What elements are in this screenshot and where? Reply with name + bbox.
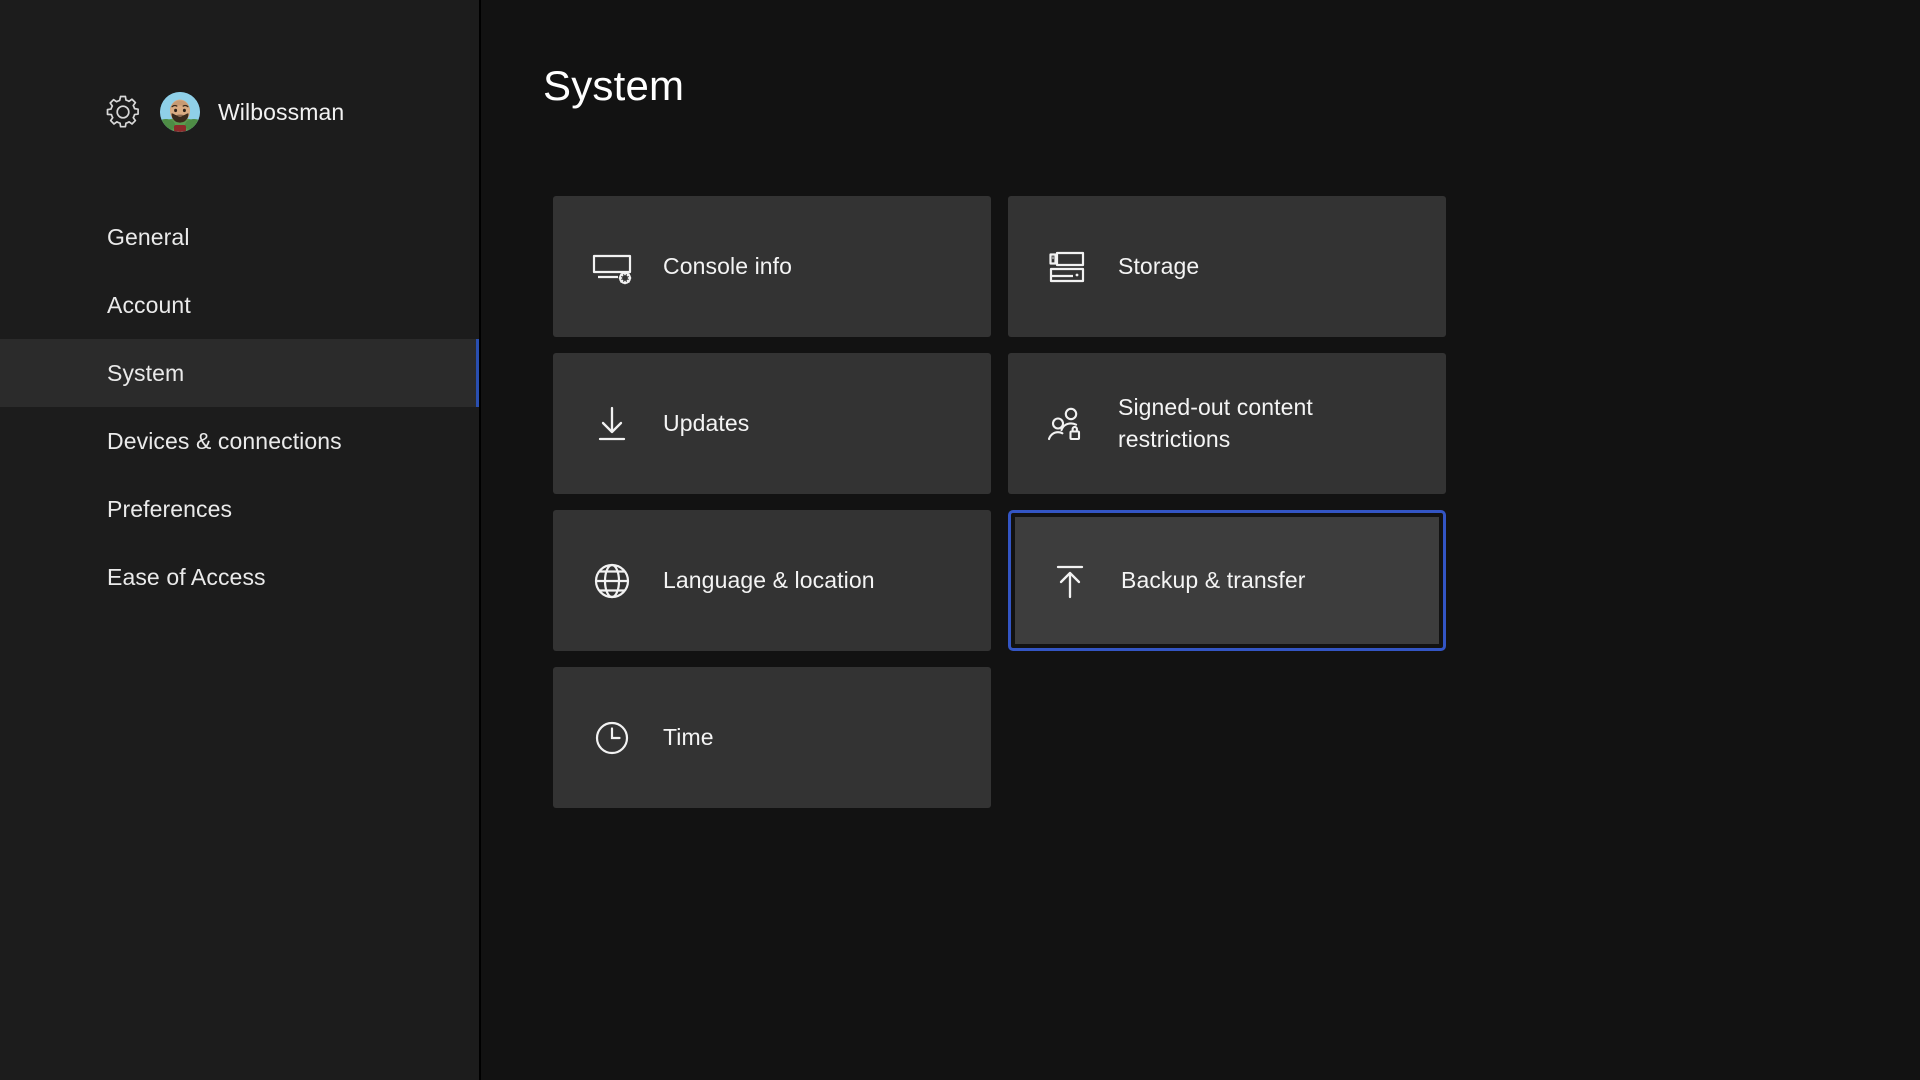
sidebar-item-label: System	[107, 359, 185, 386]
avatar	[160, 92, 200, 132]
clock-icon	[589, 715, 635, 761]
sidebar-item-label: Preferences	[107, 495, 233, 522]
sidebar: Wilbossman General Account System Device…	[0, 0, 481, 1080]
sidebar-item-label: Ease of Access	[107, 563, 266, 590]
download-arrow-icon	[589, 401, 635, 447]
people-lock-icon	[1044, 401, 1090, 447]
tile-console-info[interactable]: Console info	[553, 196, 991, 337]
tile-signed-out-content-restrictions[interactable]: Signed-out content restrictions	[1008, 353, 1446, 494]
globe-icon	[589, 558, 635, 604]
settings-tile-grid: Console info Storage Updates Signed-out …	[553, 196, 1453, 824]
tile-row: Time	[553, 667, 1453, 808]
tile-row: Console info Storage	[553, 196, 1453, 337]
sidebar-item-ease-of-access[interactable]: Ease of Access	[0, 543, 481, 611]
console-info-icon	[589, 244, 635, 290]
sidebar-item-label: Account	[107, 291, 191, 318]
tile-label: Backup & transfer	[1121, 566, 1306, 593]
tile-label: Time	[663, 723, 714, 750]
sidebar-item-preferences[interactable]: Preferences	[0, 475, 481, 543]
sidebar-item-account[interactable]: Account	[0, 271, 481, 339]
sidebar-item-devices-connections[interactable]: Devices & connections	[0, 407, 481, 475]
tile-language-location[interactable]: Language & location	[553, 510, 991, 651]
xbox-settings-screen: Wilbossman General Account System Device…	[0, 0, 1920, 1080]
tile-storage[interactable]: Storage	[1008, 196, 1446, 337]
page-title: System	[543, 62, 685, 109]
tile-label: Signed-out content restrictions	[1118, 393, 1313, 452]
upload-arrow-icon	[1047, 558, 1093, 604]
storage-icon	[1044, 244, 1090, 290]
tile-time[interactable]: Time	[553, 667, 991, 808]
gear-icon	[104, 93, 142, 131]
tile-label: Storage	[1118, 252, 1200, 279]
sidebar-item-general[interactable]: General	[0, 203, 481, 271]
sidebar-item-label: General	[107, 223, 190, 250]
tile-row: Updates Signed-out content restrictions	[553, 353, 1453, 494]
tile-label: Updates	[663, 409, 750, 436]
tile-placeholder	[1008, 667, 1446, 808]
tile-label: Language & location	[663, 566, 875, 593]
sidebar-item-system[interactable]: System	[0, 339, 481, 407]
profile-name: Wilbossman	[218, 98, 345, 125]
sidebar-item-label: Devices & connections	[107, 427, 342, 454]
sidebar-nav: General Account System Devices & connect…	[0, 203, 481, 611]
tile-updates[interactable]: Updates	[553, 353, 991, 494]
profile-header[interactable]: Wilbossman	[0, 0, 481, 140]
main-content: System Console info Storage Updates Sign…	[481, 0, 1920, 1080]
tile-row: Language & location Backup & transfer	[553, 510, 1453, 651]
tile-label: Console info	[663, 252, 793, 279]
tile-backup-transfer[interactable]: Backup & transfer	[1008, 510, 1446, 651]
